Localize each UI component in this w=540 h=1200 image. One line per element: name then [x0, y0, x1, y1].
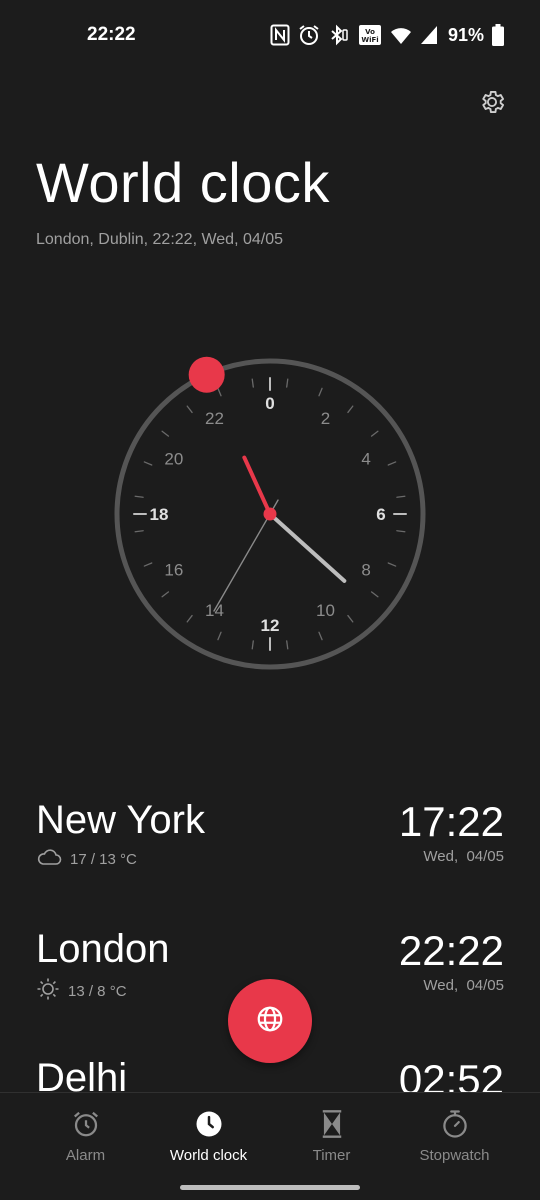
clock-hour-label: 22 [205, 409, 224, 428]
clock-face: 0246810121416182022 [114, 356, 426, 670]
page-title: World clock [36, 151, 330, 214]
clock-tick [286, 640, 289, 650]
city-time: 22:22 [398, 927, 504, 974]
page-subtitle: London, Dublin, 22:22, Wed, 04/05 [36, 231, 283, 248]
hour-hand [242, 455, 272, 516]
sun-icon [36, 977, 60, 1005]
status-bar: 22:22 Vo WiFi 91% [0, 0, 540, 70]
clock-hour-label: 20 [164, 450, 183, 469]
city-name: London [36, 927, 170, 971]
city-row[interactable]: New York 17 / 13 °C 17:22 Wed, 04/05 [36, 798, 504, 894]
clock-hour-label: 2 [321, 409, 330, 428]
clock-center-dot [263, 507, 277, 521]
clock-tick [186, 614, 193, 623]
clock-tick [217, 387, 222, 397]
signal-icon [420, 25, 438, 45]
bluetooth-icon [328, 24, 350, 46]
clock-hour-label: 0 [265, 394, 274, 413]
clock-tick [318, 387, 323, 397]
add-city-button[interactable] [228, 979, 312, 1063]
settings-button[interactable] [476, 88, 508, 120]
clock-tick [396, 530, 406, 533]
clock-tick [161, 591, 170, 598]
hourglass-icon [315, 1107, 349, 1141]
clock-tick [143, 562, 153, 567]
world-clock-dial[interactable]: 0 2 4 6 8 10 12 14 16 18 20 22 [100, 344, 440, 684]
stopwatch-icon [438, 1107, 472, 1141]
bottom-navigation: Alarm World clock Timer Stopwatch [0, 1092, 540, 1200]
minute-hand [268, 512, 347, 583]
wifi-icon [390, 25, 412, 45]
tab-timer[interactable]: Timer [264, 1107, 399, 1171]
battery-icon [492, 24, 504, 46]
nfc-icon [270, 24, 290, 46]
clock-tick [396, 495, 406, 498]
clock-tick [134, 530, 144, 533]
gear-icon [478, 88, 506, 121]
city-date: Wed, 04/05 [423, 977, 504, 994]
alarm-icon [298, 24, 320, 46]
city-name: New York [36, 798, 205, 842]
clock-tick [186, 405, 193, 414]
tab-world-clock-label: World clock [169, 1147, 248, 1164]
clock-hour-label: 6 [376, 505, 385, 524]
clock-icon [192, 1107, 226, 1141]
vowifi-icon: Vo WiFi [358, 24, 382, 46]
city-weather: 17 / 13 °C [36, 848, 137, 870]
clock-hour-label: 12 [261, 616, 280, 635]
svg-text:Vo: Vo [365, 28, 375, 36]
status-time: 22:22 [87, 24, 136, 45]
home-indicator[interactable] [180, 1185, 360, 1190]
city-temperature: 13 / 8 °C [68, 982, 127, 1000]
clock-tick [387, 562, 397, 567]
tab-timer-label: Timer [312, 1147, 351, 1164]
tab-stopwatch-label: Stopwatch [419, 1147, 490, 1164]
cloud-icon [36, 848, 62, 870]
clock-tick [217, 631, 222, 641]
city-date: Wed, 04/05 [423, 848, 504, 865]
tab-stopwatch[interactable]: Stopwatch [387, 1107, 522, 1171]
clock-hour-label: 4 [361, 450, 370, 469]
tab-world-clock[interactable]: World clock [141, 1107, 276, 1171]
city-time: 17:22 [398, 798, 504, 845]
clock-hour-label: 18 [150, 505, 169, 524]
clock-tick [347, 405, 354, 414]
tab-alarm[interactable]: Alarm [18, 1107, 153, 1171]
clock-tick [387, 461, 397, 466]
clock-hour-label: 8 [361, 561, 370, 580]
city-weather: 13 / 8 °C [36, 977, 127, 1005]
clock-tick [370, 430, 379, 437]
clock-hour-label: 16 [164, 561, 183, 580]
battery-percent: 91% [447, 24, 484, 45]
globe-icon [255, 1004, 285, 1039]
clock-tick [347, 614, 354, 623]
clock-hour-label: 10 [316, 601, 335, 620]
time-drag-handle[interactable] [188, 356, 225, 393]
clock-tick [143, 461, 153, 466]
status-icons: Vo WiFi 91% [270, 22, 504, 48]
clock-tick [370, 591, 379, 598]
tab-alarm-label: Alarm [65, 1147, 106, 1164]
clock-tick [134, 495, 144, 498]
clock-tick [318, 631, 323, 641]
clock-tick [251, 378, 254, 388]
clock-tick [251, 640, 254, 650]
city-temperature: 17 / 13 °C [70, 850, 137, 868]
alarm-clock-icon [69, 1107, 103, 1141]
clock-tick [161, 430, 170, 437]
clock-tick [286, 378, 289, 388]
svg-text:WiFi: WiFi [361, 36, 378, 44]
